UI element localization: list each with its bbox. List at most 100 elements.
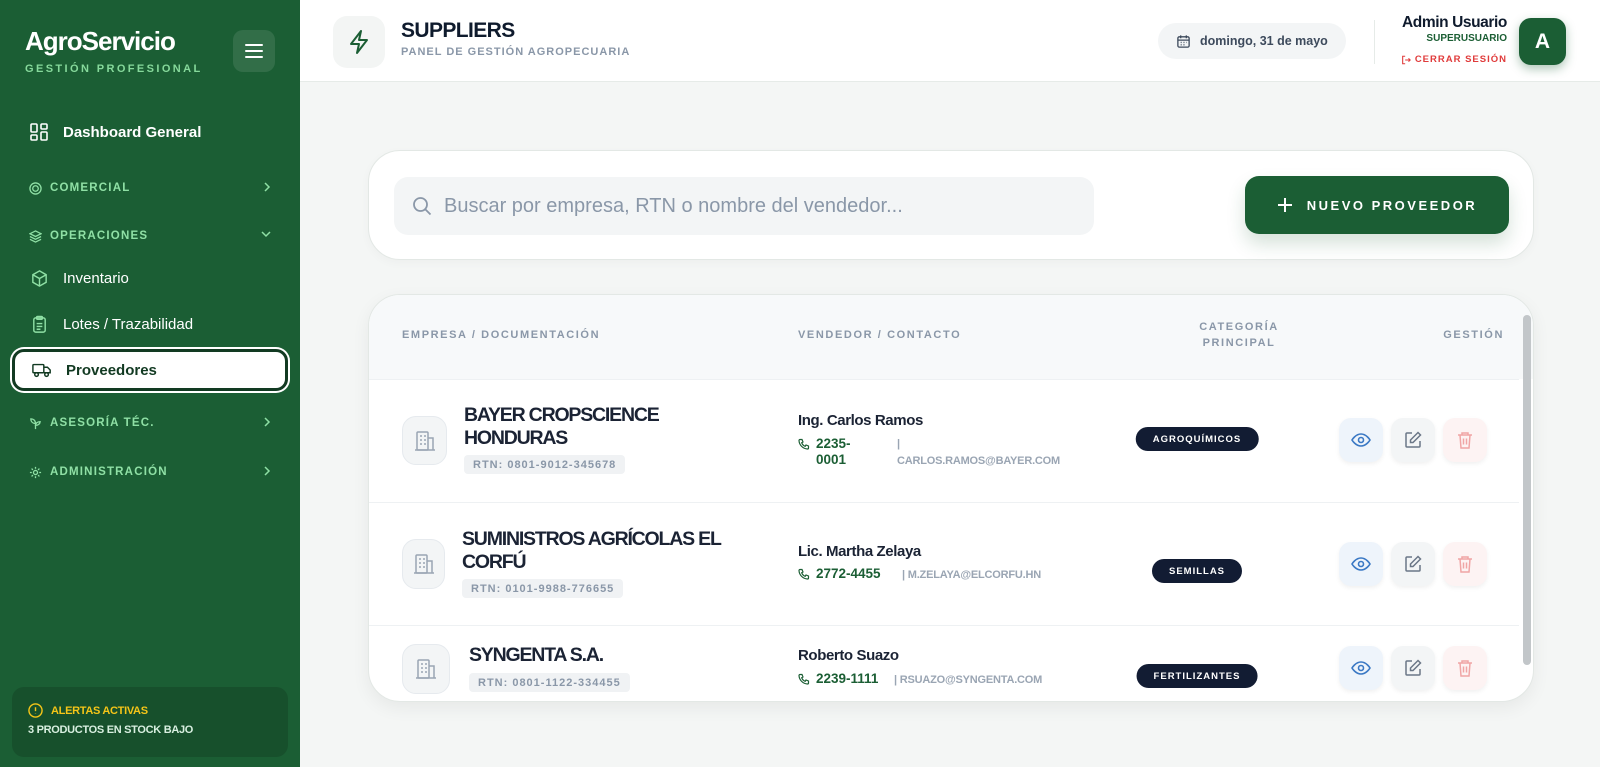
rtn-badge: RTN: 0801-9012-345678 [464,455,626,474]
menu-icon [245,44,263,58]
edit-button[interactable] [1391,646,1435,690]
alert-circle-icon [28,703,43,718]
header-gestion: GESTIÓN [1443,329,1504,341]
nav-section-administracion-label: ADMINISTRACIÓN [50,466,168,478]
trash-icon [1458,556,1472,573]
edit-icon [1405,555,1422,572]
date-display: domingo, 31 de mayo [1158,23,1346,59]
eye-icon [1351,433,1371,447]
vendor-phone[interactable]: 2772-4455 [798,566,881,581]
brand-title: AgroServicio [25,26,176,56]
layers-icon [28,229,42,243]
view-button[interactable] [1339,418,1383,462]
chevron-right-icon [264,466,271,476]
nav-section-operaciones-label: OPERACIONES [50,230,149,242]
phone-icon [798,673,810,685]
nav-dashboard-label: Dashboard General [63,123,202,141]
delete-button[interactable] [1443,418,1487,462]
vendor-email[interactable]: | RSUAZO@SYNGENTA.COM [894,674,1042,686]
nav-lotes[interactable]: Lotes / Trazabilidad [10,303,286,345]
nav-proveedores[interactable]: Proveedores [12,349,288,391]
rtn-badge: RTN: 0101-9988-776655 [462,579,624,598]
table-row[interactable]: SUMINISTROS AGRÍCOLAS EL CORFÚ RTN: 0101… [369,502,1519,625]
nav-section-administracion[interactable]: ADMINISTRACIÓN [12,455,288,489]
search-field[interactable] [394,177,1094,235]
category-badge: AGROQUÍMICOS [1135,427,1259,451]
search-icon [413,197,432,216]
header-categoria-line2: PRINCIPAL [1202,337,1276,349]
logout-link[interactable]: CERRAR SESIÓN [1401,54,1507,65]
trash-icon [1458,432,1472,449]
clipboard-icon [28,313,50,335]
target-icon [28,181,42,195]
eye-icon [1351,557,1371,571]
truck-icon [31,359,53,381]
vendor-phone-line1: 2235- [816,436,851,451]
building-icon [402,416,447,465]
table-row[interactable]: SYNGENTA S.A. RTN: 0801-1122-334455 Robe… [369,625,1519,701]
stock-alert-box[interactable]: ALERTAS ACTIVAS 3 PRODUCTOS EN STOCK BAJ… [12,687,288,757]
user-role: SUPERUSUARIO [1426,33,1507,44]
nav-section-asesoria[interactable]: ASESORÍA TÉC. [12,406,288,440]
vendor-email-separator: | [897,438,900,450]
nav-dashboard[interactable]: Dashboard General [12,111,288,153]
menu-toggle-button[interactable] [233,30,275,72]
view-button[interactable] [1339,646,1383,690]
delete-button[interactable] [1443,542,1487,586]
calendar-icon [1177,34,1190,48]
view-button[interactable] [1339,542,1383,586]
avatar[interactable]: A [1519,18,1566,65]
user-name: Admin Usuario [1401,14,1507,31]
trash-icon [1458,660,1472,677]
suppliers-table: EMPRESA / DOCUMENTACIÓN VENDEDOR / CONTA… [368,294,1534,702]
vendor-email[interactable]: | M.ZELAYA@ELCORFU.HN [902,569,1041,581]
company-name-line1: BAYER CROPSCIENCE [464,404,660,426]
vendor-phone-number: 2772-4455 [816,566,881,581]
table-scrollbar[interactable] [1523,315,1531,665]
edit-icon [1405,431,1422,448]
vendor-name: Lic. Martha Zelaya [798,543,921,560]
header-empresa: EMPRESA / DOCUMENTACIÓN [402,329,601,341]
vendor-name: Ing. Carlos Ramos [798,412,923,429]
nav-section-operaciones[interactable]: OPERACIONES [12,219,288,253]
new-supplier-button[interactable]: NUEVO PROVEEDOR [1245,176,1509,234]
search-input[interactable] [444,194,1064,218]
category-badge: FERTILIZANTES [1136,664,1258,688]
search-card: NUEVO PROVEEDOR [368,150,1534,260]
vendor-phone-line2: 0001 [816,452,847,467]
sprout-icon [28,416,42,430]
delete-button[interactable] [1443,646,1487,690]
edit-icon [1405,659,1422,676]
nav-section-comercial[interactable]: COMERCIAL [12,171,288,205]
page-title: SUPPLIERS [401,19,515,42]
chevron-right-icon [264,182,271,192]
logout-icon [1401,55,1411,64]
plus-icon [1277,198,1292,212]
dashboard-icon [28,121,50,143]
nav-inventario[interactable]: Inventario [10,257,286,299]
brand: AgroServicio GESTIÓN PROFESIONAL [25,26,203,75]
company-name-line2: CORFÚ [462,551,527,573]
vendor-email[interactable]: CARLOS.RAMOS@BAYER.COM [897,455,1060,467]
vendor-phone-number: 2239-1111 [816,671,879,686]
phone-icon [798,568,810,580]
nav-proveedores-label: Proveedores [66,361,157,379]
company-name-line2: HONDURAS [464,427,568,449]
edit-button[interactable] [1391,418,1435,462]
edit-button[interactable] [1391,542,1435,586]
nav-inventario-label: Inventario [63,269,129,287]
building-icon [402,644,450,694]
header-categoria-line1: CATEGORÍA [1199,321,1279,333]
phone-icon [798,438,810,450]
table-header: EMPRESA / DOCUMENTACIÓN VENDEDOR / CONTA… [369,295,1533,379]
vendor-phone[interactable]: 2239-1111 [798,671,878,686]
page-subtitle: PANEL DE GESTIÓN AGROPECUARIA [401,46,631,58]
vendor-name: Roberto Suazo [798,647,899,664]
brand-subtitle: GESTIÓN PROFESIONAL [25,63,203,75]
top-header: SUPPLIERS PANEL DE GESTIÓN AGROPECUARIA … [300,0,1600,82]
table-row[interactable]: BAYER CROPSCIENCE HONDURAS RTN: 0801-901… [369,379,1519,502]
nav-section-asesoria-label: ASESORÍA TÉC. [50,417,155,429]
company-name: SYNGENTA S.A. [469,644,604,666]
chevron-down-icon [261,231,271,238]
chevron-right-icon [264,417,271,427]
